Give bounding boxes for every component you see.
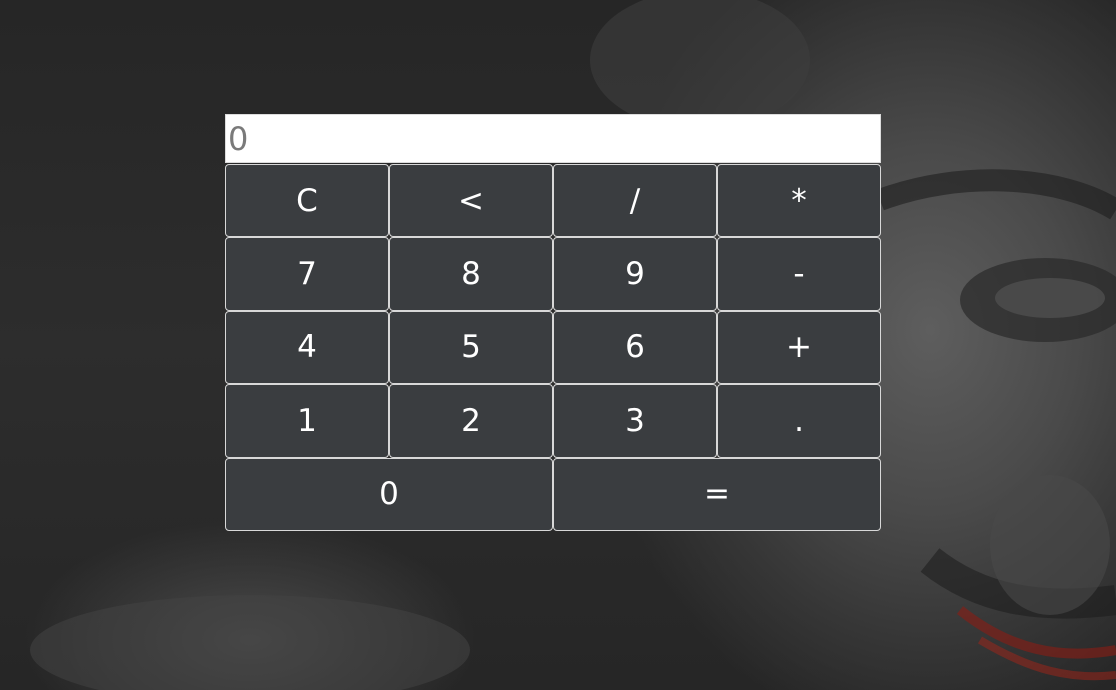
digit-7-button[interactable]: 7 — [225, 237, 389, 311]
backspace-button[interactable]: < — [389, 164, 553, 238]
subtract-button[interactable]: - — [717, 237, 881, 311]
digit-3-button[interactable]: 3 — [553, 384, 717, 458]
divide-button[interactable]: / — [553, 164, 717, 238]
decimal-button[interactable]: . — [717, 384, 881, 458]
digit-0-button[interactable]: 0 — [225, 457, 553, 531]
digit-1-button[interactable]: 1 — [225, 384, 389, 458]
add-button[interactable]: + — [717, 310, 881, 385]
clear-button[interactable]: C — [225, 164, 389, 238]
calculator-keypad: C < / * 7 8 9- 4 5 6 +1 2 3. 0 = — [225, 164, 881, 531]
digit-4-button[interactable]: 4 — [225, 310, 389, 385]
digit-6-button[interactable]: 6 — [553, 310, 717, 385]
digit-9-button[interactable]: 9 — [553, 237, 717, 311]
multiply-button[interactable]: * — [717, 164, 881, 238]
digit-5-button[interactable]: 5 — [389, 310, 553, 385]
equals-button[interactable]: = — [553, 457, 881, 531]
digit-2-button[interactable]: 2 — [389, 384, 553, 458]
calculator: C</* 789- 456+123. 0= — [225, 114, 881, 531]
digit-8-button[interactable]: 8 — [389, 237, 553, 311]
calculator-display[interactable] — [225, 114, 881, 163]
